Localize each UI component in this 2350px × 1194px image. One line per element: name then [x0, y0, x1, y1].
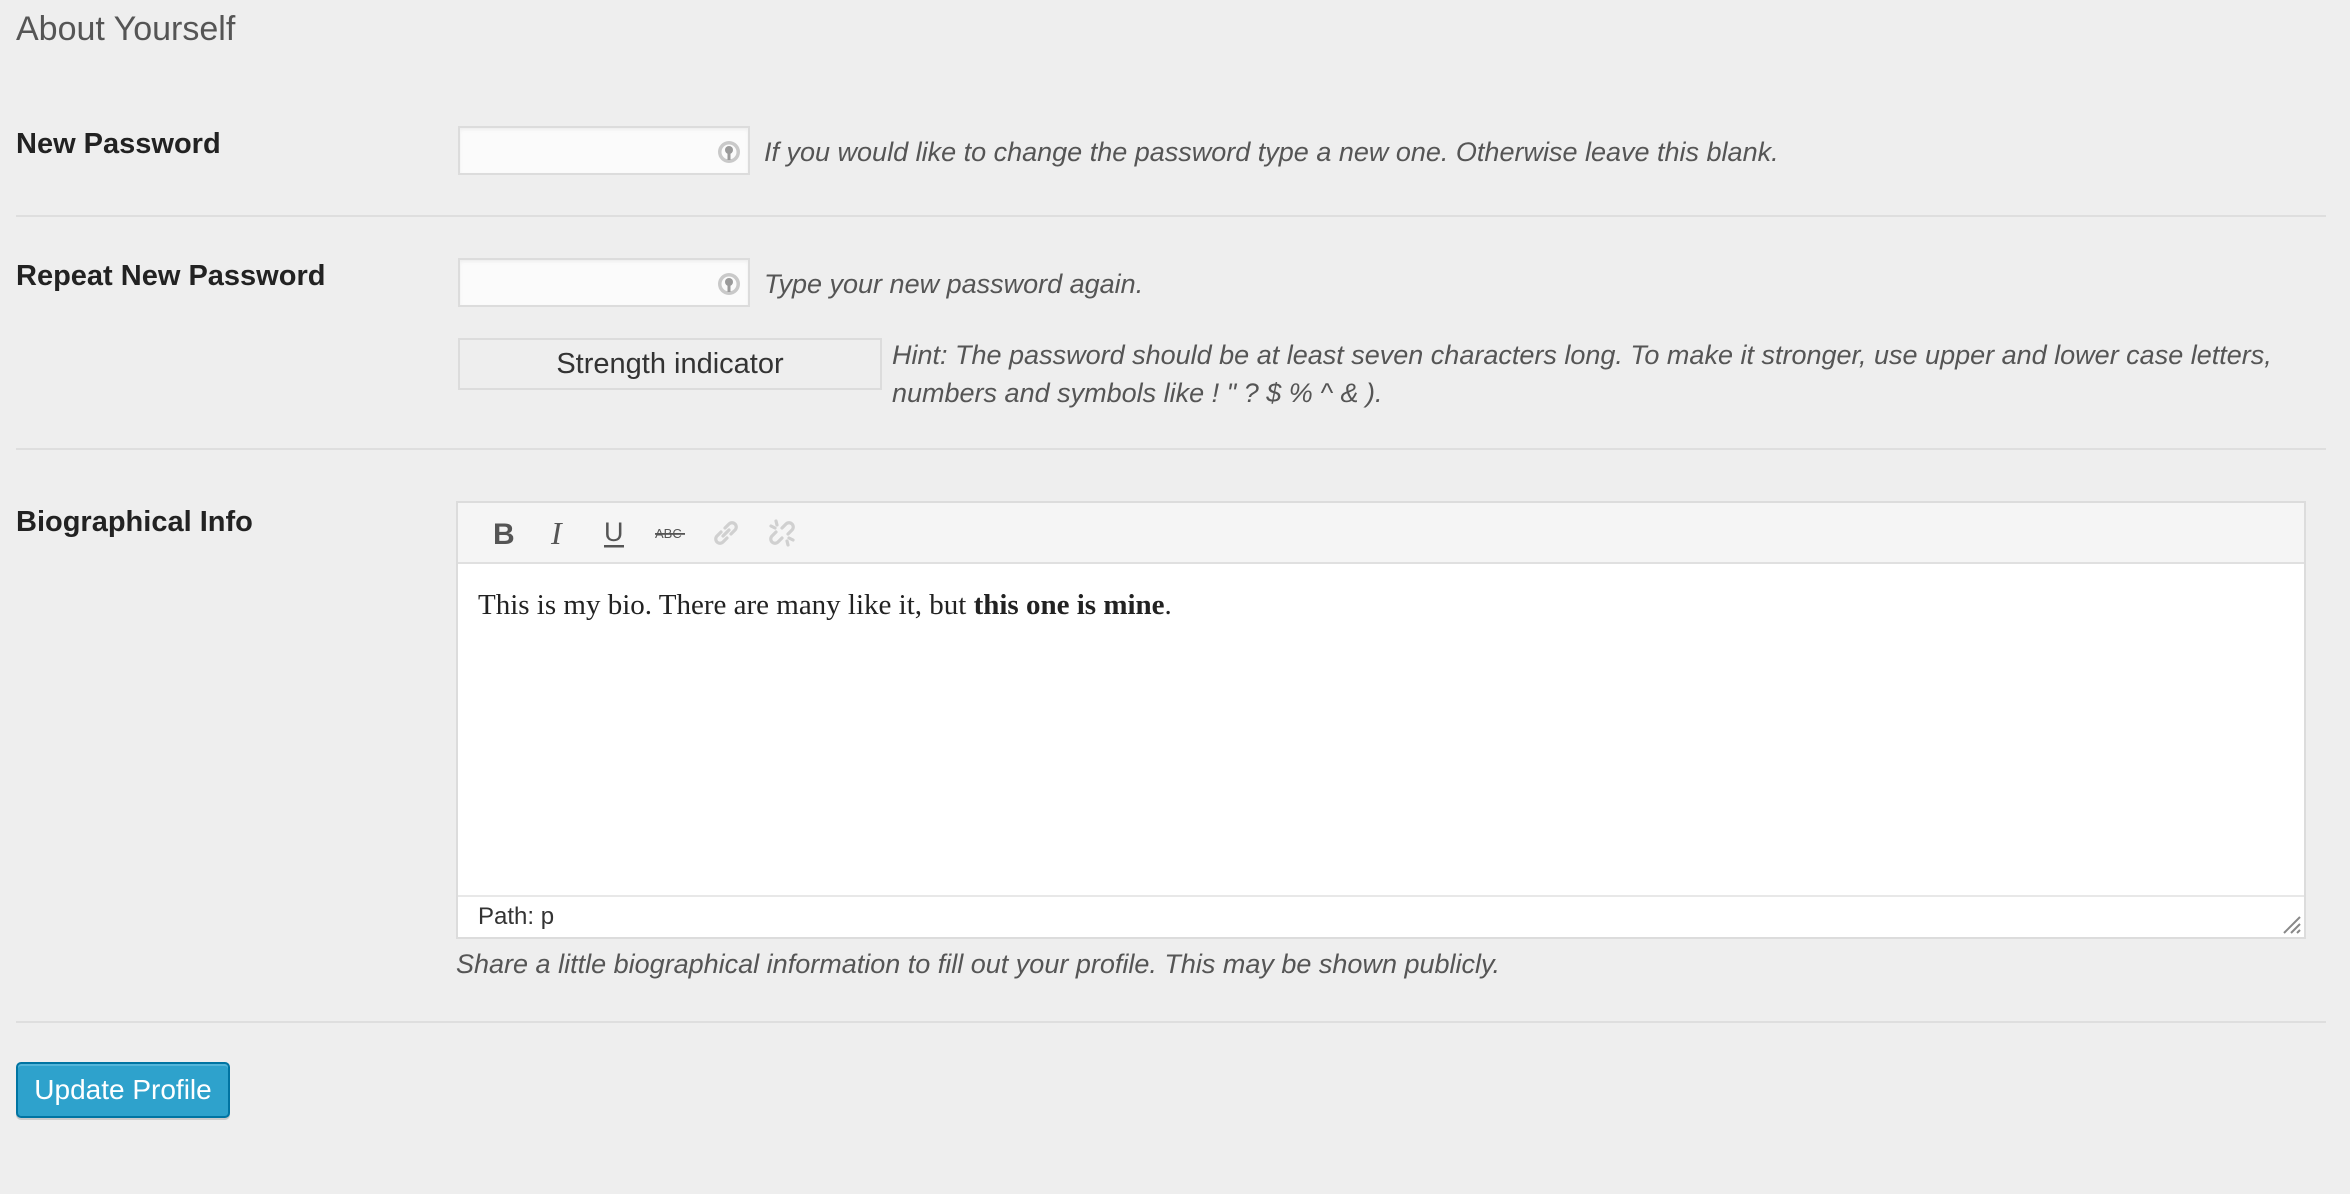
repeat-password-description: Type your new password again.: [764, 269, 1144, 299]
new-password-input[interactable]: [460, 128, 748, 173]
section-title: About Yourself: [16, 10, 236, 48]
bio-text: This is my bio. There are many like it, …: [478, 589, 974, 621]
link-icon: [714, 521, 738, 545]
bio-text-end: .: [1164, 589, 1172, 621]
unlink-button[interactable]: [762, 513, 802, 553]
repeat-password-input[interactable]: [460, 260, 748, 305]
divider: [16, 448, 2326, 450]
bio-label: Biographical Info: [16, 506, 253, 538]
key-icon[interactable]: [716, 139, 742, 165]
strikethrough-icon: ABC: [655, 526, 685, 541]
unlink-icon: [769, 519, 795, 547]
bio-editor[interactable]: B I U ABC This is my bio. There are many…: [456, 501, 2306, 939]
italic-button[interactable]: I: [538, 513, 578, 553]
bold-button[interactable]: B: [482, 513, 522, 553]
bold-icon: B: [493, 518, 515, 549]
underline-icon: U: [604, 517, 624, 548]
new-password-description: If you would like to change the password…: [764, 137, 1779, 167]
strength-indicator: Strength indicator: [458, 338, 882, 390]
new-password-field-wrapper[interactable]: [458, 126, 750, 175]
bio-content[interactable]: This is my bio. There are many like it, …: [478, 583, 2284, 627]
divider: [16, 1021, 2326, 1023]
divider: [16, 215, 2326, 217]
profile-page: About Yourself New Password If you would…: [0, 0, 2350, 1194]
underline-button[interactable]: U: [594, 513, 634, 553]
editor-statusbar: Path: p: [458, 895, 2304, 937]
password-hint: Hint: The password should be at least se…: [892, 340, 2272, 408]
svg-text:U: U: [604, 517, 624, 547]
bio-description: Share a little biographical information …: [456, 949, 1501, 979]
bio-bold-text: this one is mine: [973, 589, 1165, 621]
svg-text:I: I: [550, 517, 563, 549]
resize-handle-icon[interactable]: [2278, 911, 2302, 935]
update-profile-button[interactable]: Update Profile: [16, 1062, 230, 1118]
repeat-password-label: Repeat New Password: [16, 260, 326, 292]
svg-text:B: B: [493, 518, 515, 549]
link-button[interactable]: [706, 513, 746, 553]
italic-icon: I: [550, 517, 563, 549]
new-password-label: New Password: [16, 128, 221, 160]
element-path: Path: p: [478, 903, 555, 930]
editor-toolbar: B I U ABC: [458, 503, 2304, 564]
key-icon[interactable]: [716, 271, 742, 297]
strikethrough-button[interactable]: ABC: [650, 513, 690, 553]
repeat-password-field-wrapper[interactable]: [458, 258, 750, 307]
